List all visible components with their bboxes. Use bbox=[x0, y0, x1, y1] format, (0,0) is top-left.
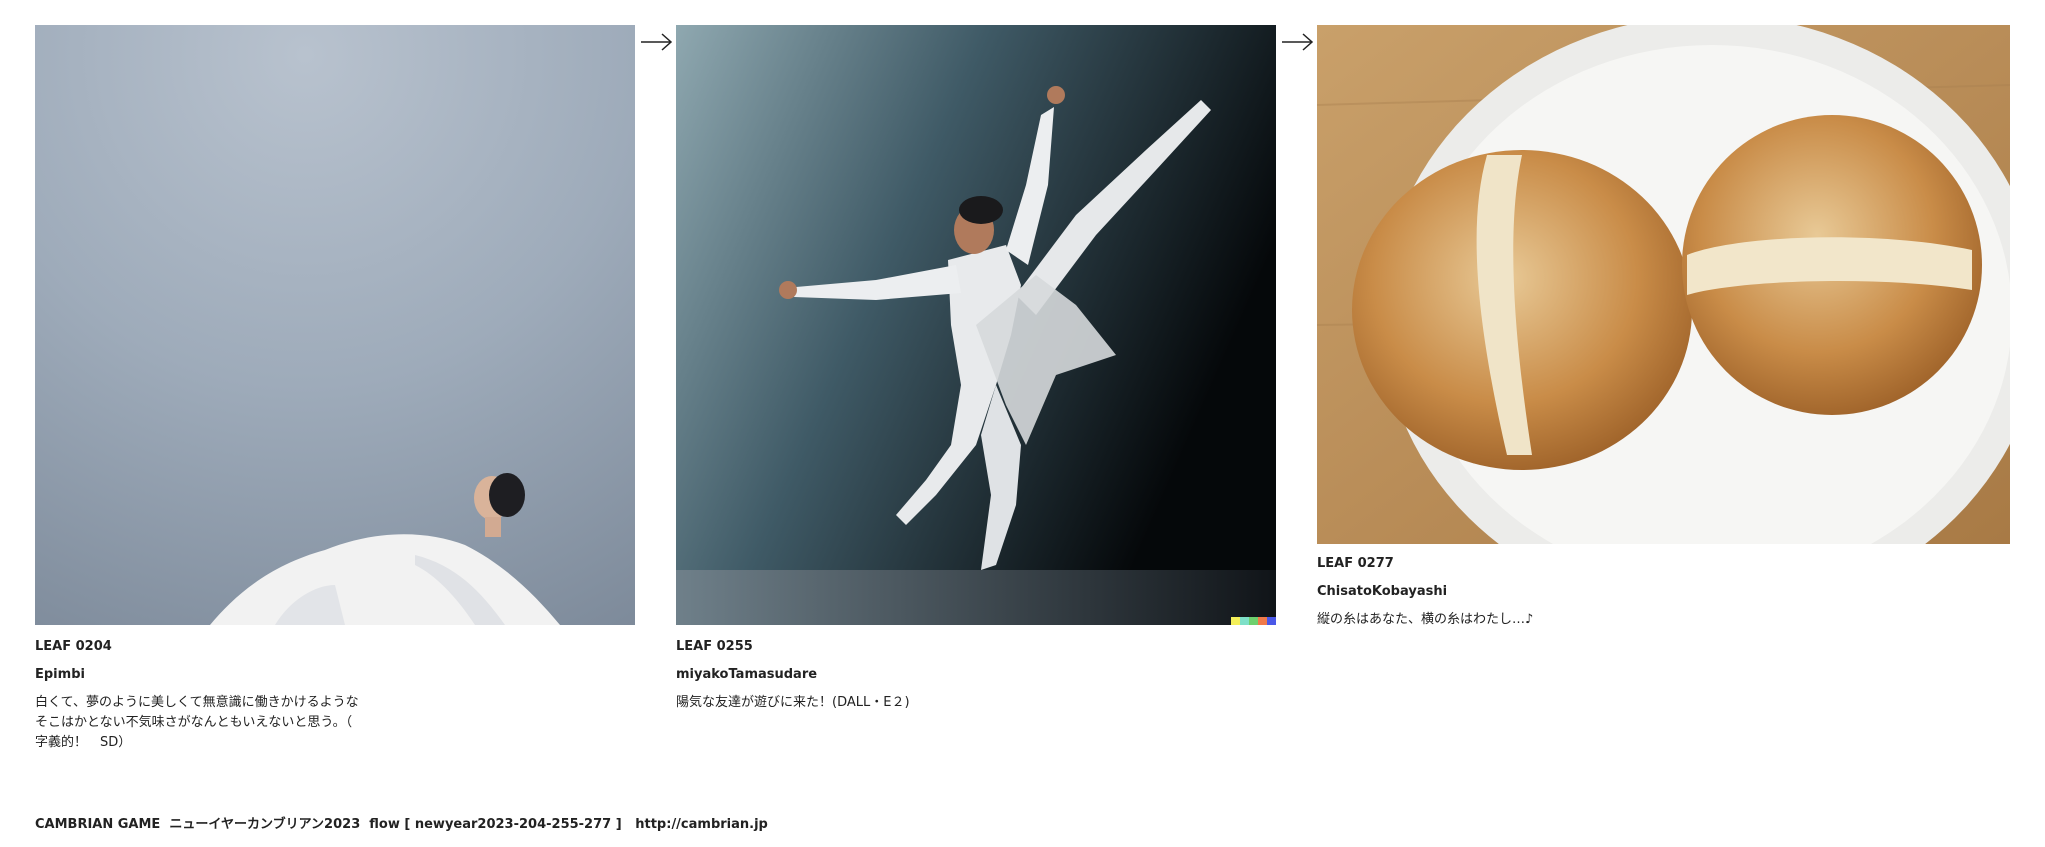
leaf-card-0277: LEAF 0277 ChisatoKobayashi 縦の糸はあなた、横の糸はわ… bbox=[1317, 25, 2010, 630]
leaf-number: LEAF 0204 bbox=[35, 639, 112, 654]
right-arrow-icon bbox=[1282, 33, 1314, 51]
caption-text: 白くて、夢のように美しくて無意識に働きかけるような そこはかとない不気味さがなん… bbox=[35, 695, 359, 750]
footer-link[interactable]: http://cambrian.jp bbox=[635, 817, 768, 832]
leaf-card-0204: LEAF 0204 Epimbi 白くて、夢のように美しくて無意識に働きかけるよ… bbox=[35, 25, 635, 753]
author-name[interactable]: Epimbi bbox=[35, 667, 635, 683]
leaf-number: LEAF 0255 bbox=[676, 639, 753, 654]
leaf-image-0204[interactable] bbox=[35, 25, 635, 625]
leaf-image-0255[interactable] bbox=[676, 25, 1276, 625]
author-name[interactable]: miyakoTamasudare bbox=[676, 667, 1276, 683]
footer: CAMBRIAN GAME ニューイヤーカンブリアン2023 flow [ ne… bbox=[35, 813, 768, 832]
caption-text: 陽気な友達が遊びに来た！(DALL・E２) bbox=[676, 695, 910, 710]
leaf-card-0255: LEAF 0255 miyakoTamasudare 陽気な友達が遊びに来た！(… bbox=[676, 25, 1276, 713]
footer-text: CAMBRIAN GAME ニューイヤーカンブリアン2023 flow [ ne… bbox=[35, 817, 636, 832]
caption-text: 縦の糸はあなた、横の糸はわたし…♪ bbox=[1317, 612, 1534, 627]
right-arrow-icon bbox=[641, 33, 673, 51]
leaf-number: LEAF 0277 bbox=[1317, 556, 1394, 571]
leaf-image-0277[interactable] bbox=[1317, 25, 2010, 544]
author-name[interactable]: ChisatoKobayashi bbox=[1317, 584, 2010, 600]
